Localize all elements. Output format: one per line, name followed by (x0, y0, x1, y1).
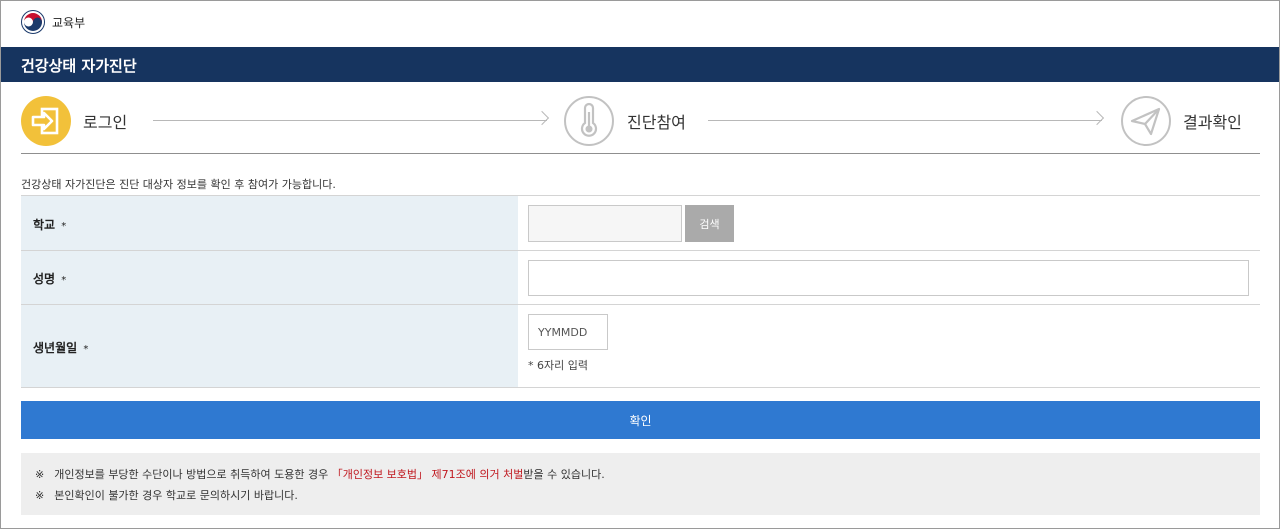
page-frame: 교육부 건강상태 자가진단 로그인 진단참여 결과확인 건강상태 자가진단은 진… (0, 0, 1280, 529)
required-mark: * (61, 275, 67, 286)
top-header: 교육부 (1, 1, 1279, 47)
birth-row: 생년월일 * * 6자리 입력 (21, 305, 1260, 388)
school-input[interactable] (528, 205, 682, 242)
step-login (21, 96, 71, 146)
school-search-button[interactable]: 검색 (685, 205, 734, 242)
ministry-name: 교육부 (52, 16, 86, 30)
step-diagnosis (564, 96, 614, 146)
chevron-right-icon (534, 110, 550, 126)
reference-mark: ※ (35, 489, 45, 502)
name-label: 성명 * (33, 272, 67, 286)
birthdate-hint: * 6자리 입력 (528, 359, 588, 372)
section-divider (21, 153, 1260, 154)
send-icon (1130, 107, 1161, 136)
birth-label-cell: 생년월일 * (21, 305, 518, 387)
privacy-notice-box: ※ 개인정보를 부당한 수단이나 방법으로 취득하여 도용한 경우 「개인정보 보… (21, 453, 1260, 515)
reference-mark: ※ (35, 468, 45, 481)
confirm-button[interactable]: 확인 (21, 401, 1260, 439)
step-diagnosis-label: 진단참여 (627, 113, 686, 132)
required-mark: * (61, 221, 67, 232)
government-emblem-icon (21, 10, 45, 34)
school-label: 학교 * (33, 218, 67, 232)
title-bar: 건강상태 자가진단 (1, 47, 1279, 82)
step-login-label: 로그인 (83, 113, 128, 132)
required-mark: * (83, 344, 89, 355)
step-result-label: 결과확인 (1183, 113, 1242, 132)
name-row: 성명 * (21, 251, 1260, 305)
school-label-cell: 학교 * (21, 196, 518, 250)
name-input[interactable] (528, 260, 1249, 296)
step-result (1121, 96, 1171, 146)
school-row: 학교 * 검색 (21, 196, 1260, 251)
instruction-text: 건강상태 자가진단은 진단 대상자 정보를 확인 후 참여가 가능합니다. (21, 178, 336, 191)
login-icon (31, 107, 59, 135)
thermometer-icon (580, 102, 598, 137)
step-connector-2 (708, 120, 1102, 121)
birth-label: 생년월일 * (33, 341, 89, 355)
law-reference-text: 「개인정보 보호법」 제71조에 의거 처벌 (331, 468, 524, 481)
chevron-right-icon (1089, 110, 1105, 126)
page-title: 건강상태 자가진단 (21, 57, 137, 75)
birthdate-input[interactable] (528, 314, 608, 350)
name-label-cell: 성명 * (21, 251, 518, 304)
progress-steps: 로그인 진단참여 결과확인 (1, 82, 1279, 155)
contact-school-line: ※ 본인확인이 불가한 경우 학교로 문의하시기 바랍니다. (35, 489, 298, 502)
identity-form: 학교 * 검색 성명 * 생년월일 * * 6자리 입력 (21, 195, 1260, 388)
step-connector-1 (153, 120, 547, 121)
privacy-warning-line: ※ 개인정보를 부당한 수단이나 방법으로 취득하여 도용한 경우 「개인정보 보… (35, 468, 605, 481)
